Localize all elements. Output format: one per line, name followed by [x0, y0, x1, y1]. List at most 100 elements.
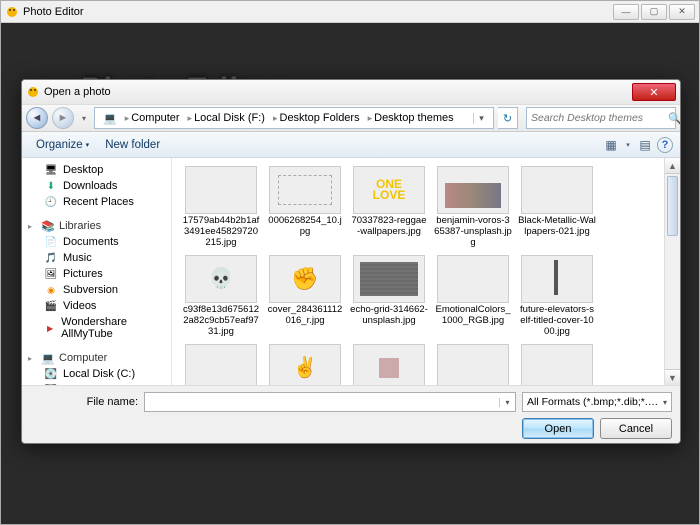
- new-folder-button[interactable]: New folder: [97, 137, 168, 153]
- sidebar-item-label: Subversion: [63, 284, 118, 296]
- sidebar-item-label: Music: [63, 252, 92, 264]
- breadcrumb-item[interactable]: ▸ Desktop Folders: [269, 112, 364, 124]
- sidebar-item[interactable]: Documents: [22, 234, 171, 250]
- file-thumbnail[interactable]: [516, 342, 598, 385]
- sidebar-item-label: Local Disk (C:): [63, 368, 135, 380]
- breadcrumb-label: Desktop Folders: [280, 112, 360, 124]
- app-window: Photo Editor — ▢ ✕ Photo Editor Open a p…: [0, 0, 700, 525]
- file-thumbnail[interactable]: cover_284361112016_r.jpg: [264, 253, 346, 340]
- breadcrumb-root-icon[interactable]: 💻: [99, 112, 121, 125]
- thumbnail-image: [437, 166, 509, 214]
- library-icon: [44, 252, 58, 264]
- sidebar-drive-item[interactable]: Local Disk (C:): [22, 366, 171, 382]
- sidebar-libraries-header[interactable]: ▸ Libraries: [22, 218, 171, 234]
- sidebar-item[interactable]: Downloads: [22, 178, 171, 194]
- breadcrumb-item[interactable]: ▸ Computer: [121, 112, 184, 124]
- scroll-down-button[interactable]: ▼: [665, 369, 680, 385]
- chevron-right-icon: ▸: [188, 113, 193, 124]
- file-thumbnail[interactable]: c93f8e13d6756122a82c9cb57eaf9731.jpg: [180, 253, 262, 340]
- file-name: Black-Metallic-Wallpapers-021.jpg: [518, 216, 596, 238]
- history-dropdown[interactable]: ▾: [78, 107, 90, 129]
- navigation-bar: ◄ ► ▾ 💻 ▸ Computer ▸ Local Disk (F:) ▸: [22, 104, 680, 132]
- file-thumbnail[interactable]: glauco-zuccaccia-132831-unsplash.jpg: [180, 342, 262, 385]
- search-input[interactable]: [531, 112, 668, 124]
- sidebar-item[interactable]: Wondershare AllMyTube: [22, 314, 171, 342]
- thumbnail-image: [437, 255, 509, 303]
- file-thumbnail[interactable]: future-elevators-self-titled-cover-1000.…: [516, 253, 598, 340]
- computer-icon: [41, 352, 55, 364]
- scroll-up-button[interactable]: ▲: [665, 158, 680, 174]
- app-icon: [5, 5, 19, 19]
- sidebar-item[interactable]: Subversion: [22, 282, 171, 298]
- sidebar-item[interactable]: Videos: [22, 298, 171, 314]
- view-mode-button[interactable]: ▦: [601, 136, 621, 154]
- file-thumbnail[interactable]: [432, 342, 514, 385]
- file-thumbnail[interactable]: Black-Metallic-Wallpapers-021.jpg: [516, 164, 598, 251]
- file-name: cover_284361112016_r.jpg: [266, 305, 344, 327]
- filename-input[interactable]: [145, 396, 499, 408]
- file-thumbnail[interactable]: 17579ab44b2b1af3491ee45829720215.jpg: [180, 164, 262, 251]
- maximize-button[interactable]: ▢: [641, 4, 667, 20]
- app-close-button[interactable]: ✕: [669, 4, 695, 20]
- address-dropdown[interactable]: ▾: [473, 113, 489, 124]
- file-name: benjamin-voros-365387-unsplash.jpg: [434, 216, 512, 249]
- sidebar-item-label: Desktop: [63, 164, 103, 176]
- file-grid: 17579ab44b2b1af3491ee45829720215.jpg0006…: [172, 158, 664, 385]
- chevron-down-icon: ▾: [86, 141, 90, 149]
- filename-combo[interactable]: ▾: [144, 392, 516, 412]
- search-box[interactable]: 🔍: [526, 107, 676, 129]
- libraries-icon: [41, 220, 55, 232]
- view-mode-dropdown[interactable]: ▾: [623, 136, 633, 154]
- dialog-body: Desktop Downloads Recent Places ▸ Librarie…: [22, 158, 680, 385]
- search-icon: 🔍: [668, 112, 681, 125]
- file-thumbnail[interactable]: EmotionalColors_1000_RGB.jpg: [432, 253, 514, 340]
- breadcrumb-item[interactable]: ▸ Desktop themes: [364, 112, 458, 124]
- scrollbar[interactable]: ▲ ▼: [664, 158, 680, 385]
- filename-dropdown[interactable]: ▾: [499, 398, 515, 407]
- thumbnail-image: [521, 255, 593, 303]
- cancel-button[interactable]: Cancel: [600, 418, 672, 439]
- file-thumbnail[interactable]: 0006268254_10.jpg: [264, 164, 346, 251]
- disk-icon: [44, 368, 58, 380]
- thumbnail-image: [521, 166, 593, 214]
- sidebar-item[interactable]: Desktop: [22, 162, 171, 178]
- sidebar-item[interactable]: Pictures: [22, 266, 171, 282]
- library-icon: [44, 322, 56, 334]
- file-type-filter[interactable]: All Formats (*.bmp;*.dib;*.gif;*. ▾: [522, 392, 672, 412]
- file-name: 0006268254_10.jpg: [266, 216, 344, 238]
- libraries-label: Libraries: [59, 220, 101, 232]
- organize-label: Organize: [36, 139, 83, 151]
- file-name: 70337823-reggae-wallpapers.jpg: [350, 216, 428, 238]
- sidebar-item-label: Documents: [63, 236, 119, 248]
- library-icon: [44, 300, 58, 312]
- refresh-button[interactable]: ↻: [498, 107, 518, 129]
- forward-button[interactable]: ►: [52, 107, 74, 129]
- file-thumbnail[interactable]: 70337823-reggae-wallpapers.jpg: [348, 164, 430, 251]
- folder-icon: [44, 196, 58, 208]
- minimize-button[interactable]: —: [613, 4, 639, 20]
- sidebar-item[interactable]: Recent Places: [22, 194, 171, 210]
- help-button[interactable]: ?: [657, 137, 673, 153]
- sidebar-item-label: Downloads: [63, 180, 117, 192]
- scroll-thumb[interactable]: [667, 176, 678, 236]
- dialog-close-button[interactable]: ✕: [632, 83, 676, 101]
- file-thumbnail[interactable]: [348, 342, 430, 385]
- file-thumbnail[interactable]: benjamin-voros-365387-unsplash.jpg: [432, 164, 514, 251]
- library-icon: [44, 284, 58, 296]
- file-thumbnail[interactable]: gn9jKfp.jpg: [264, 342, 346, 385]
- sidebar-computer-header[interactable]: ▸ Computer: [22, 350, 171, 366]
- breadcrumb-item[interactable]: ▸ Local Disk (F:): [184, 112, 269, 124]
- file-thumbnail[interactable]: echo-grid-314662-unsplash.jpg: [348, 253, 430, 340]
- app-title: Photo Editor: [23, 6, 84, 18]
- address-bar[interactable]: 💻 ▸ Computer ▸ Local Disk (F:) ▸ Desktop…: [94, 107, 494, 129]
- back-button[interactable]: ◄: [26, 107, 48, 129]
- file-name: future-elevators-self-titled-cover-1000.…: [518, 305, 596, 338]
- sidebar-item[interactable]: Music: [22, 250, 171, 266]
- preview-pane-button[interactable]: ▤: [635, 136, 655, 154]
- dialog-icon: [26, 85, 40, 99]
- window-controls: — ▢ ✕: [613, 4, 695, 20]
- open-button[interactable]: Open: [522, 418, 594, 439]
- library-icon: [44, 236, 58, 248]
- file-name: c93f8e13d6756122a82c9cb57eaf9731.jpg: [182, 305, 260, 338]
- organize-menu[interactable]: Organize ▾: [28, 137, 97, 153]
